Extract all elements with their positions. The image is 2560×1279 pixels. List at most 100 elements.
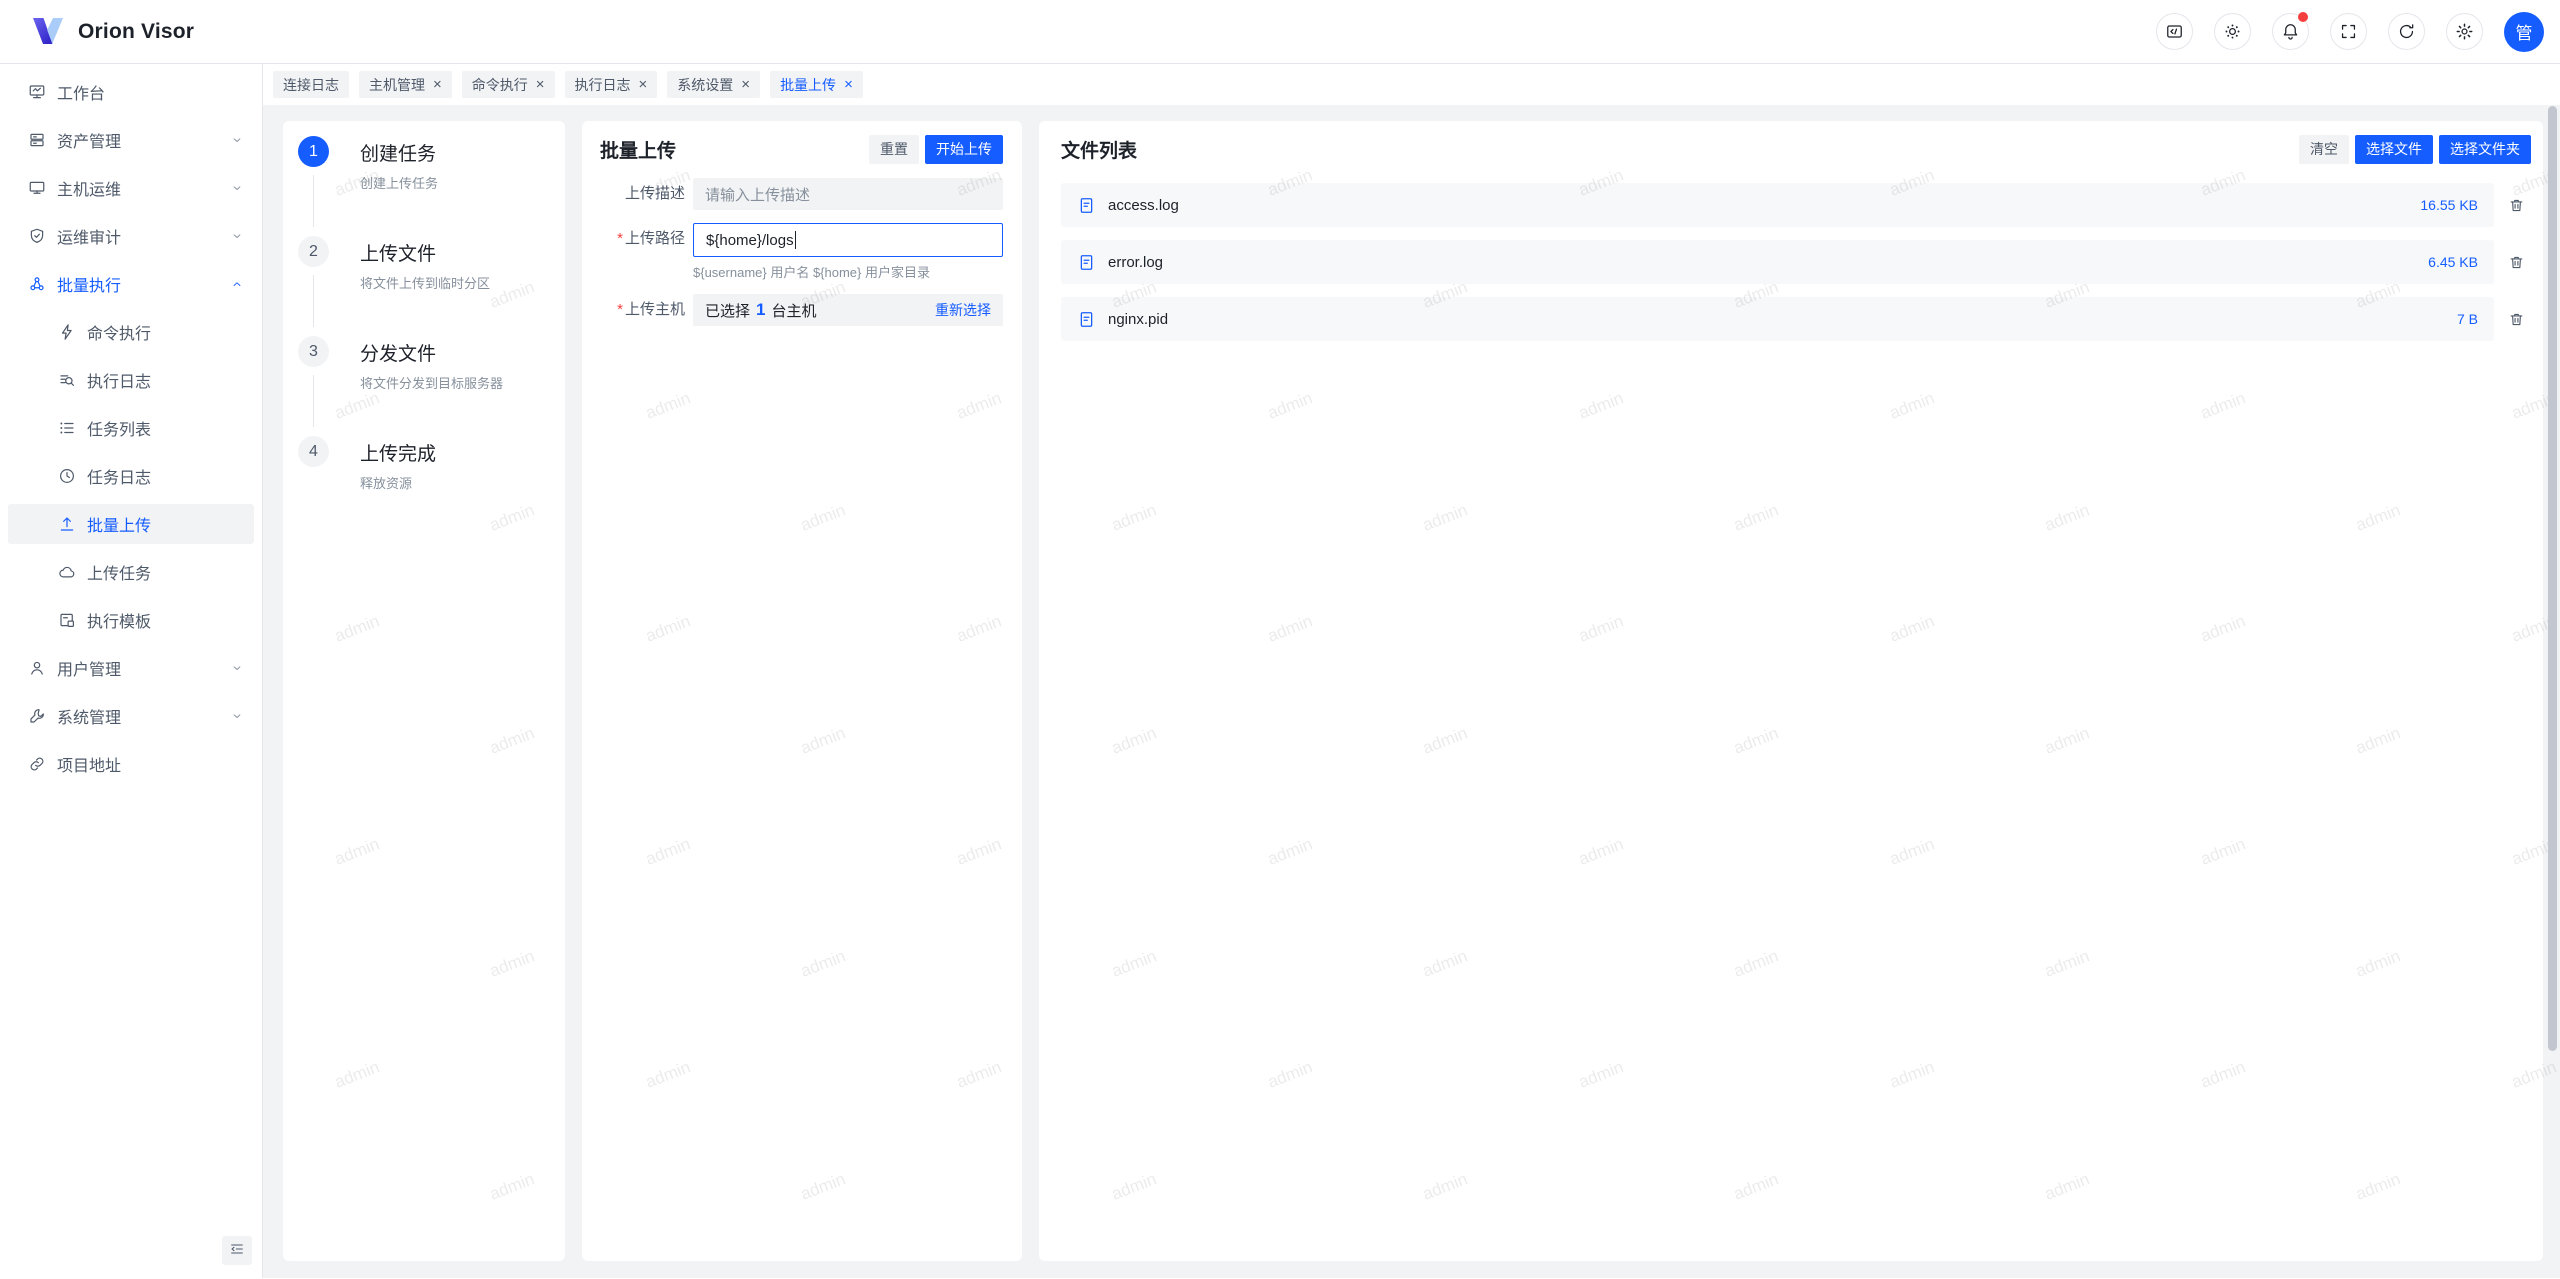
sidebar-item-label: 任务列表: [87, 416, 151, 440]
header-actions: 管: [2156, 12, 2544, 52]
wrench-icon: [28, 707, 46, 725]
file-size: 6.45 KB: [2428, 254, 2478, 270]
tab-bar: 连接日志主机管理× 命令执行× 执行日志 × 系统设置 × 批量上传 ×: [263, 64, 2560, 105]
trash-icon: [2508, 254, 2525, 271]
sidebar-item-资产管理[interactable]: 资产管理: [8, 120, 254, 160]
sidebar-item-项目地址[interactable]: 项目地址: [8, 744, 254, 784]
chevron-down-icon: [230, 229, 244, 243]
step-title: 上传文件: [360, 236, 545, 266]
step-title: 上传完成: [360, 436, 545, 466]
start-upload-button[interactable]: 开始上传: [925, 135, 1003, 164]
delete-file-button[interactable]: [2501, 197, 2531, 214]
sidebar-item-上传任务[interactable]: 上传任务: [8, 552, 254, 592]
clear-files-button[interactable]: 清空: [2299, 135, 2349, 164]
sidebar-item-任务日志[interactable]: 任务日志: [8, 456, 254, 496]
text-caret: [795, 231, 797, 249]
file-icon: [1077, 253, 1096, 272]
sidebar-item-执行日志[interactable]: 执行日志: [8, 360, 254, 400]
step-description: 创建上传任务: [360, 173, 545, 192]
reselect-hosts-link[interactable]: 重新选择: [935, 300, 991, 320]
sidebar-item-用户管理[interactable]: 用户管理: [8, 648, 254, 688]
sidebar-item-工作台[interactable]: 工作台: [8, 72, 254, 112]
trash-icon: [2508, 197, 2525, 214]
path-helper-text: ${username} 用户名 ${home} 用户家目录: [693, 262, 1003, 281]
file-size: 7 B: [2457, 311, 2478, 327]
file-row: error.log 6.45 KB: [1061, 240, 2494, 284]
select-files-button[interactable]: 选择文件: [2355, 135, 2433, 164]
main-area: 连接日志主机管理×命令执行×执行日志×系统设置×批量上传× 1创建任务创建上传任…: [263, 64, 2560, 1278]
step-description: 释放资源: [360, 473, 545, 492]
logo-mark: [30, 16, 66, 48]
gear-icon: [2455, 22, 2474, 41]
step-title: 创建任务: [360, 136, 545, 166]
sun-icon: [2223, 22, 2242, 41]
exec-log-icon: [58, 371, 76, 389]
sidebar-item-批量上传[interactable]: 批量上传: [8, 504, 254, 544]
tab-label: 系统设置: [677, 75, 733, 95]
host-selection-box: 已选择 1 台主机 重新选择: [693, 294, 1003, 326]
sidebar-item-系统管理[interactable]: 系统管理: [8, 696, 254, 736]
delete-file-button[interactable]: [2501, 254, 2531, 271]
sidebar-item-label: 批量上传: [87, 512, 151, 536]
tab-label: 批量上传: [780, 75, 836, 95]
sidebar-item-任务列表[interactable]: 任务列表: [8, 408, 254, 448]
code-panel-button[interactable]: [2156, 13, 2193, 50]
tab-连接日志[interactable]: 连接日志: [273, 71, 349, 98]
link-icon: [28, 755, 46, 773]
sidebar-menu: 工作台资产管理主机运维运维审计批量执行命令执行执行日志任务列表任务日志批量上传上…: [0, 72, 262, 784]
step-number: 2: [298, 236, 329, 267]
tab-主机管理[interactable]: 主机管理×: [359, 71, 452, 98]
tab-批量上传[interactable]: 批量上传 ×: [770, 71, 863, 98]
sidebar-collapse-button[interactable]: [222, 1236, 252, 1265]
app-title: Orion Visor: [78, 20, 194, 44]
file-icon: [1077, 196, 1096, 215]
notifications-button[interactable]: [2272, 13, 2309, 50]
sidebar-item-label: 任务日志: [87, 464, 151, 488]
chevron-down-icon: [230, 133, 244, 147]
app-logo: Orion Visor: [30, 16, 194, 48]
sidebar-item-label: 系统管理: [57, 704, 121, 728]
delete-file-button[interactable]: [2501, 311, 2531, 328]
tab-label: 执行日志: [575, 75, 631, 95]
upload-description-input[interactable]: 请输入上传描述: [693, 178, 1003, 210]
close-icon[interactable]: ×: [844, 77, 853, 92]
close-icon[interactable]: ×: [433, 77, 442, 92]
upload-stepper: 1创建任务创建上传任务2上传文件将文件上传到临时分区3分发文件将文件分发到目标服…: [298, 136, 545, 536]
sidebar-item-批量执行[interactable]: 批量执行: [8, 264, 254, 304]
close-icon[interactable]: ×: [536, 77, 545, 92]
fullscreen-button[interactable]: [2330, 13, 2367, 50]
file-name: nginx.pid: [1108, 311, 1168, 328]
step-description: 将文件上传到临时分区: [360, 273, 545, 292]
sidebar-item-命令执行[interactable]: 命令执行: [8, 312, 254, 352]
sidebar-item-label: 资产管理: [57, 128, 121, 152]
sidebar-item-label: 执行模板: [87, 608, 151, 632]
close-icon[interactable]: ×: [639, 77, 648, 92]
sidebar-item-主机运维[interactable]: 主机运维: [8, 168, 254, 208]
refresh-button[interactable]: [2388, 13, 2425, 50]
reset-button[interactable]: 重置: [869, 135, 919, 164]
select-folder-button[interactable]: 选择文件夹: [2439, 135, 2531, 164]
chevron-down-icon: [230, 661, 244, 675]
close-icon[interactable]: ×: [741, 77, 750, 92]
scrollbar[interactable]: [2548, 106, 2557, 1051]
tab-label: 连接日志: [283, 75, 339, 95]
required-asterisk: *: [617, 230, 623, 247]
upload-form-panel: 批量上传 重置 开始上传 上传描述 请输入上传描述 *上传路径: [582, 121, 1022, 1261]
tab-系统设置[interactable]: 系统设置 ×: [667, 71, 760, 98]
user-avatar[interactable]: 管: [2504, 12, 2544, 52]
upload-path-input[interactable]: ${home}/logs: [693, 223, 1003, 257]
tab-执行日志[interactable]: 执行日志 ×: [565, 71, 658, 98]
sidebar-item-执行模板[interactable]: 执行模板: [8, 600, 254, 640]
trash-icon: [2508, 311, 2525, 328]
theme-button[interactable]: [2214, 13, 2251, 50]
sidebar-item-label: 项目地址: [57, 752, 121, 776]
settings-button[interactable]: [2446, 13, 2483, 50]
tab-命令执行[interactable]: 命令执行×: [462, 71, 555, 98]
batch-exec-icon: [28, 275, 46, 293]
file-row: nginx.pid 7 B: [1061, 297, 2494, 341]
upload-path-label: *上传路径: [600, 223, 693, 281]
step-description: 将文件分发到目标服务器: [360, 373, 545, 392]
refresh-icon: [2397, 22, 2416, 41]
sidebar-item-运维审计[interactable]: 运维审计: [8, 216, 254, 256]
file-name: error.log: [1108, 254, 1163, 271]
